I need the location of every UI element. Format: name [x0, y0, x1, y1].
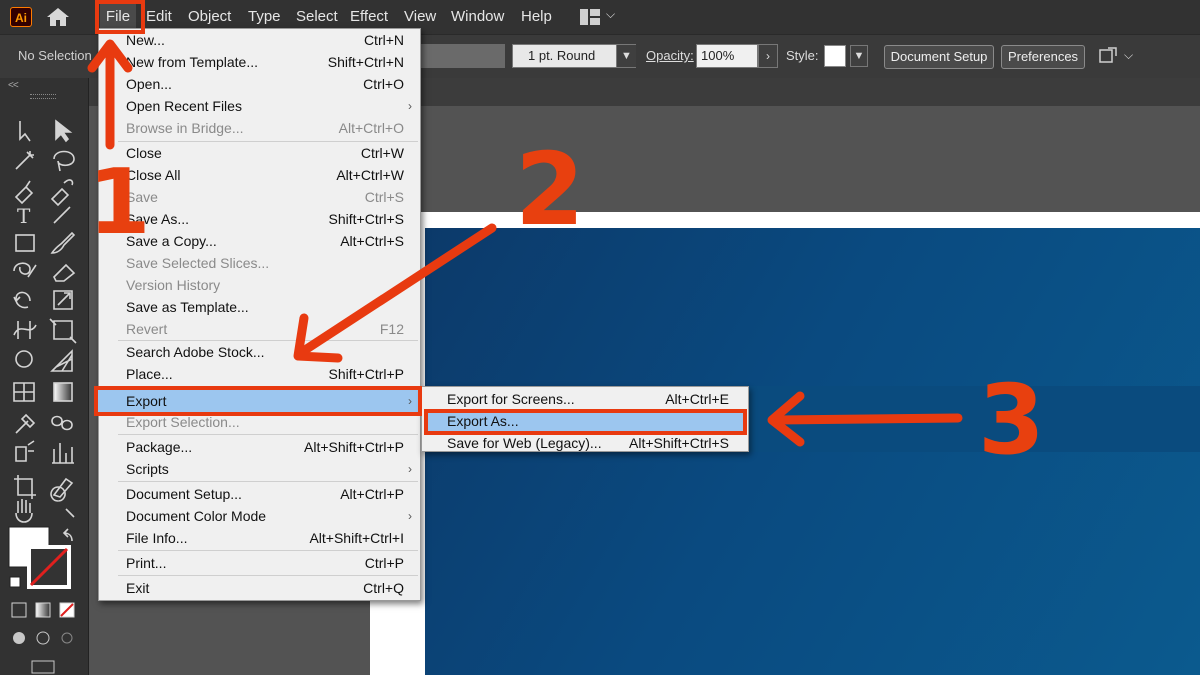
- step2-arrow: [297, 223, 497, 357]
- step2-number: 2: [515, 131, 585, 248]
- annotation-arrows: [87, 39, 963, 447]
- step1-number: 1: [88, 150, 151, 255]
- step3-number: 3: [978, 364, 1045, 476]
- step3-arrow: [773, 413, 963, 425]
